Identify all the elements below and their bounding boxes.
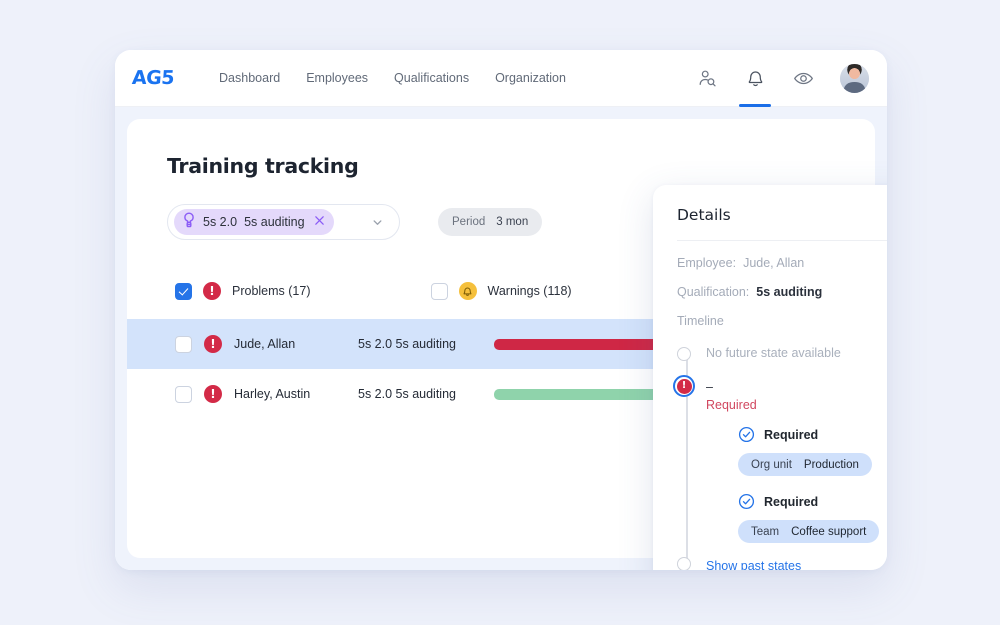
timeline: No future state available ! – Required [677,346,887,570]
screen-root: AG5 Dashboard Employees Qualifications O… [0,0,1000,625]
timeline-future-state: No future state available [706,346,887,360]
qualification-chip-name: 5s auditing [244,215,304,229]
row-qualification: 5s 2.0 5s auditing [358,387,494,401]
alert-icon: ! [204,335,222,353]
status-filter-warnings[interactable]: Warnings (118) [431,282,572,300]
employee-value: Jude, Allan [743,256,804,270]
row-qualification: 5s 2.0 5s auditing [358,337,494,351]
show-past-states-link[interactable]: Show past states [706,559,801,570]
nav-link-organization[interactable]: Organization [495,71,566,85]
timeline-show-past: Show past states [706,557,887,570]
timeline-entry: Required [706,493,887,510]
warnings-checkbox[interactable] [431,283,448,300]
problems-checkbox[interactable] [175,283,192,300]
timeline-alert-dot-icon: ! [673,375,695,397]
award-icon [182,212,196,233]
bell-icon[interactable] [744,60,766,96]
details-qualification-field: Qualification: 5s auditing [677,285,887,299]
progress-segment-green [494,389,671,400]
status-filter-row: ! Problems (17) Warnings (118) [175,282,572,300]
nav-link-employees[interactable]: Employees [306,71,368,85]
details-panel-header: Details [677,206,887,241]
current-state-dash: – [706,379,887,395]
timeline-label: Timeline [677,314,724,328]
nav-link-dashboard[interactable]: Dashboard [219,71,280,85]
timeline-current-state: ! – Required [706,379,887,412]
ag5-logo[interactable]: AG5 [131,67,175,89]
qualification-label: Qualification: [677,285,749,299]
problems-label: Problems (17) [232,284,311,298]
tag-value: Coffee support [791,526,866,538]
timeline-entry-tag: Team Coffee support [738,520,879,543]
period-filter-chip[interactable]: Period 3 mon [438,208,542,236]
qualification-filter-select[interactable]: 5s 2.0 5s auditing [167,204,400,240]
details-employee-field: Employee: Jude, Allan [677,256,887,270]
top-navigation-bar: AG5 Dashboard Employees Qualifications O… [115,50,887,107]
employee-label: Employee: [677,256,736,270]
alert-icon: ! [203,282,221,300]
qualification-value: 5s auditing [756,285,822,299]
avatar-shoulders [844,82,864,92]
details-panel: Details Employee: Jude, Allan Qualificat… [653,185,887,570]
period-label: Period [452,216,485,228]
nav-right-actions [696,60,887,96]
alert-icon: ! [204,385,222,403]
future-state-text: No future state available [706,346,887,360]
timeline-entry-header: Required [738,426,887,443]
qualification-chip-code: 5s 2.0 [203,215,237,229]
row-checkbox[interactable] [175,386,192,403]
check-circle-icon [738,426,755,443]
qualification-chip: 5s 2.0 5s auditing [174,209,334,235]
timeline-entry: Required [706,426,887,443]
row-employee-name: Harley, Austin [234,387,358,401]
person-search-icon[interactable] [696,60,718,96]
timeline-empty-dot-icon [677,557,691,570]
tag-key: Org unit [751,459,792,471]
nav-links: Dashboard Employees Qualifications Organ… [219,71,566,85]
eye-icon[interactable] [792,60,814,96]
timeline-entry-label: Required [764,495,818,509]
current-state-status: Required [706,398,887,412]
app-window: AG5 Dashboard Employees Qualifications O… [115,50,887,570]
row-employee-name: Jude, Allan [234,337,358,351]
tag-key: Team [751,526,779,538]
status-filter-problems[interactable]: ! Problems (17) [175,282,311,300]
details-title: Details [677,206,731,224]
warning-bell-icon [459,282,477,300]
page-title: Training tracking [167,154,358,178]
tag-value: Production [804,459,859,471]
chevron-down-icon[interactable] [357,216,393,229]
timeline-entry-label: Required [764,428,818,442]
remove-qualification-chip-icon[interactable] [314,213,325,231]
timeline-entry-header: Required [738,493,887,510]
details-timeline-field: Timeline [677,314,887,328]
avatar[interactable] [840,64,869,93]
filter-row: 5s 2.0 5s auditing [167,204,542,240]
row-checkbox[interactable] [175,336,192,353]
warnings-label: Warnings (118) [488,284,572,298]
timeline-empty-dot-icon [677,347,691,361]
check-circle-icon [738,493,755,510]
nav-link-qualifications[interactable]: Qualifications [394,71,469,85]
period-value: 3 mon [496,216,528,228]
timeline-entry-tag: Org unit Production [738,453,872,476]
